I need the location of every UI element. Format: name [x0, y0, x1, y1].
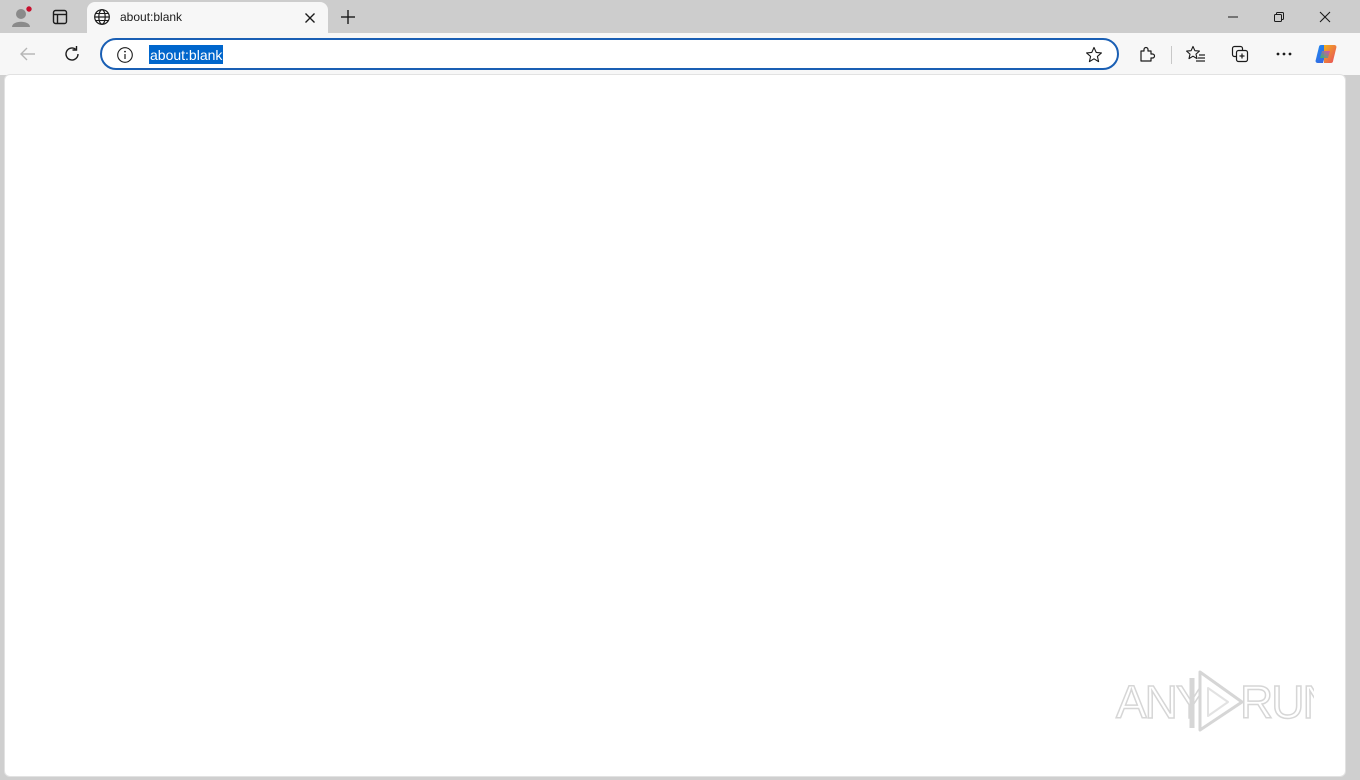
workspaces-button[interactable]	[45, 4, 75, 30]
url-text[interactable]: about:blank	[149, 45, 224, 64]
workspaces-icon	[51, 8, 69, 26]
star-icon[interactable]	[1084, 45, 1104, 65]
title-bar: about:blank	[0, 0, 1360, 33]
profile-icon	[10, 5, 34, 29]
tab-close-button[interactable]	[301, 9, 319, 27]
plus-icon	[340, 9, 356, 25]
globe-icon	[93, 8, 111, 26]
toolbar-divider	[1171, 46, 1172, 64]
profile-button[interactable]	[7, 4, 37, 30]
extensions-icon	[1138, 45, 1156, 63]
restore-icon	[1273, 11, 1285, 23]
favorites-icon	[1186, 45, 1206, 63]
back-button[interactable]	[12, 38, 44, 70]
info-icon[interactable]	[116, 46, 134, 64]
watermark-text-right: RUN	[1240, 676, 1314, 728]
address-bar[interactable]: about:blank	[100, 38, 1119, 70]
settings-and-more-button[interactable]	[1268, 38, 1300, 70]
reload-button[interactable]	[56, 38, 88, 70]
tab-active[interactable]: about:blank	[87, 2, 328, 33]
minimize-icon	[1227, 11, 1239, 23]
copilot-icon	[1314, 42, 1338, 66]
anyrun-watermark: ANY RUN	[1114, 666, 1314, 734]
restore-button[interactable]	[1256, 2, 1302, 32]
close-icon	[304, 12, 316, 24]
extensions-button[interactable]	[1131, 38, 1163, 70]
new-tab-button[interactable]	[333, 4, 363, 30]
minimize-button[interactable]	[1210, 2, 1256, 32]
more-icon	[1275, 51, 1293, 57]
collections-icon	[1231, 45, 1249, 63]
play-icon	[1189, 670, 1244, 732]
window-close-icon	[1319, 11, 1331, 23]
window-close-button[interactable]	[1302, 2, 1348, 32]
back-arrow-icon	[19, 45, 37, 63]
collections-button[interactable]	[1224, 38, 1256, 70]
favorites-button[interactable]	[1180, 38, 1212, 70]
tab-title: about:blank	[120, 10, 183, 24]
reload-icon	[63, 45, 81, 63]
navigation-toolbar: about:blank	[0, 33, 1360, 75]
copilot-button[interactable]	[1310, 38, 1342, 70]
